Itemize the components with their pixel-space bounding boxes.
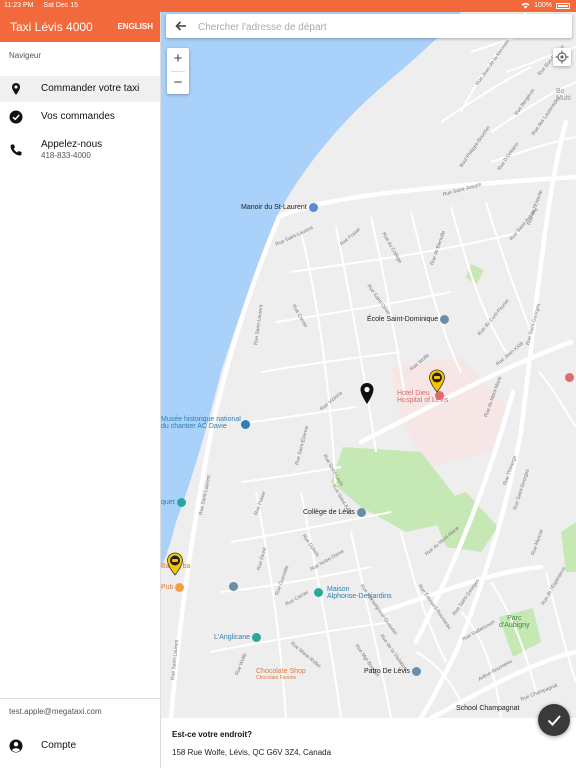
poi-label: quet bbox=[161, 499, 175, 506]
poi-label: École Saint-Dominique bbox=[367, 316, 439, 323]
selected-address: 158 Rue Wolfe, Lévis, QC G6V 3Z4, Canada bbox=[172, 748, 332, 757]
drawer-header: Taxi Lévis 4000 ENGLISH bbox=[0, 12, 160, 42]
poi-label: School Champagnat bbox=[456, 705, 520, 712]
navigation-section-label: Navigeur bbox=[9, 51, 42, 60]
landmark-icon bbox=[176, 498, 186, 507]
locate-me-button[interactable] bbox=[553, 48, 571, 66]
school-icon bbox=[356, 508, 366, 517]
poi-pub[interactable]: Pub bbox=[161, 583, 185, 592]
map-view[interactable]: Rue Saint-Laurent Rue Saint-Laurent Rue … bbox=[161, 12, 576, 718]
poi-multi[interactable]: Bo Multi bbox=[556, 88, 571, 102]
phone-icon bbox=[10, 144, 22, 156]
landmark-icon bbox=[314, 588, 323, 597]
poi-label: Collège de Lévis bbox=[303, 509, 355, 516]
my-location-icon bbox=[555, 50, 569, 64]
poi-parc-aubigny[interactable]: Parc d'Aubigny bbox=[499, 615, 530, 629]
nav-item-label: Vos commandes bbox=[41, 111, 115, 122]
drawer-footer: test.apple@megataxi.com Compte bbox=[0, 698, 160, 769]
poi-label: d'Aubigny bbox=[499, 622, 530, 629]
nav-item-label: Commander votre taxi bbox=[41, 83, 140, 94]
check-circle-icon bbox=[9, 110, 23, 124]
pharmacy-icon bbox=[565, 373, 574, 382]
zoom-out-button[interactable]: − bbox=[167, 72, 189, 94]
poi-label: Hotel Dieu bbox=[397, 390, 430, 397]
restaurant-icon bbox=[175, 583, 185, 592]
poi-label: Patro De Lévis bbox=[364, 668, 410, 675]
selected-location-pin-icon bbox=[360, 383, 374, 404]
nav-item-label: Appelez-nous bbox=[41, 139, 103, 150]
poi-label: Multi bbox=[556, 95, 571, 102]
poi-manoir[interactable]: Manoir du St-Laurent bbox=[241, 203, 318, 212]
taxi-marker-icon[interactable] bbox=[166, 552, 184, 576]
church-icon bbox=[251, 633, 261, 642]
nav-item-call-us[interactable]: Appelez-nous 418-833-4000 bbox=[0, 134, 160, 166]
nav-item-account[interactable]: Compte bbox=[0, 733, 160, 759]
battery-icon bbox=[556, 2, 570, 9]
building-icon bbox=[229, 582, 238, 591]
nav-item-order-taxi[interactable]: Commander votre taxi bbox=[0, 76, 160, 102]
account-circle-icon bbox=[9, 739, 23, 753]
poi-chocolate-shop[interactable]: Chocolate Shop Chocolats Favoris bbox=[256, 668, 306, 681]
search-input[interactable] bbox=[196, 17, 560, 37]
poi-musee[interactable]: Musée historique national du chantier AC… bbox=[161, 416, 241, 430]
zoom-in-button[interactable]: + bbox=[167, 48, 189, 70]
poi-label: Chocolate Shop bbox=[256, 668, 306, 675]
poi-patro[interactable]: Patro De Lévis bbox=[364, 667, 421, 676]
wifi-icon bbox=[521, 2, 530, 9]
user-email: test.apple@megataxi.com bbox=[9, 707, 102, 716]
poi-ecole[interactable]: École Saint-Dominique bbox=[367, 315, 450, 324]
navigation-drawer: Taxi Lévis 4000 ENGLISH Navigeur Command… bbox=[0, 0, 161, 768]
check-icon bbox=[547, 715, 561, 726]
poi-label: Parc bbox=[507, 615, 522, 622]
status-date: Sat Dec 15 bbox=[43, 2, 79, 9]
poi-maison[interactable]: Maison Alphonse-Desjardins bbox=[327, 586, 392, 600]
battery-percent: 100% bbox=[534, 2, 552, 9]
status-time: 11:23 PM bbox=[4, 2, 34, 9]
map-canvas bbox=[161, 12, 576, 718]
poi-label: Maison bbox=[327, 586, 350, 593]
confirm-question: Est-ce votre endroit? bbox=[172, 730, 253, 739]
back-arrow-icon[interactable] bbox=[174, 19, 188, 33]
poi-school-champagnat[interactable]: School Champagnat bbox=[456, 705, 519, 712]
poi-label: L'Anglicane bbox=[214, 634, 250, 641]
park-corner bbox=[561, 522, 576, 572]
museum-icon bbox=[241, 420, 250, 429]
poi-quet[interactable]: quet bbox=[161, 498, 186, 507]
poi-sublabel: Chocolats Favoris bbox=[256, 675, 297, 681]
taxi-marker-icon[interactable] bbox=[428, 369, 446, 393]
building-icon bbox=[411, 667, 421, 676]
poi-label: Pub bbox=[161, 584, 174, 591]
nav-item-my-orders[interactable]: Vos commandes bbox=[0, 104, 160, 130]
zoom-controls: + − bbox=[167, 48, 189, 94]
app-title: Taxi Lévis 4000 bbox=[10, 20, 93, 34]
nav-item-label: Compte bbox=[41, 740, 77, 751]
location-pin-icon bbox=[12, 83, 20, 95]
poi-label: Alphonse-Desjardins bbox=[327, 593, 392, 600]
phone-number: 418-833-4000 bbox=[41, 151, 91, 160]
poi-label: du chantier AC Davie bbox=[161, 423, 227, 430]
poi-college[interactable]: Collège de Lévis bbox=[303, 508, 366, 517]
poi-label: Musée historique national bbox=[161, 416, 241, 423]
camera-icon bbox=[308, 203, 318, 212]
location-confirm-panel: Est-ce votre endroit? 158 Rue Wolfe, Lév… bbox=[161, 718, 576, 768]
status-bar: 11:23 PM Sat Dec 15 100% bbox=[0, 0, 576, 12]
poi-anglicane[interactable]: L'Anglicane bbox=[214, 633, 261, 642]
search-bar bbox=[166, 14, 572, 38]
confirm-location-button[interactable] bbox=[538, 704, 570, 736]
poi-label: Bo bbox=[556, 88, 565, 95]
school-icon bbox=[440, 315, 450, 324]
language-button[interactable]: ENGLISH bbox=[117, 22, 153, 31]
poi-label: Manoir du St-Laurent bbox=[241, 204, 307, 211]
